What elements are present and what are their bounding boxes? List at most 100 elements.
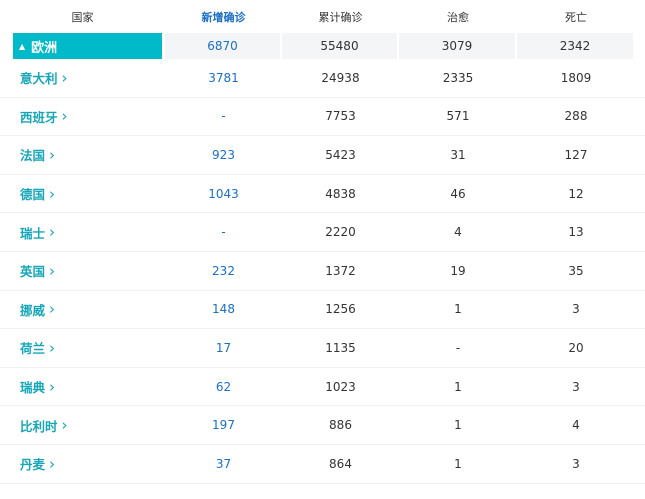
country-link[interactable]: 瑞士 › xyxy=(0,223,165,242)
country-link[interactable]: 西班牙 › xyxy=(0,107,165,126)
triangle-up-icon: ▲ xyxy=(19,41,26,51)
cell-cured: 571 xyxy=(446,109,470,124)
chevron-right-icon: › xyxy=(49,145,56,164)
cell-dead: 127 xyxy=(564,147,588,162)
header-dead[interactable]: 死亡 xyxy=(517,9,635,25)
cell-cured: 46 xyxy=(450,186,466,201)
table-row[interactable]: 西班牙 › - 7753 571 288 xyxy=(0,98,645,137)
cell-cured: 19 xyxy=(450,263,466,278)
cell-total: 4838 xyxy=(325,186,356,201)
cell-dead: 13 xyxy=(568,225,584,240)
cell-total: 1023 xyxy=(325,379,356,394)
table-row[interactable]: 意大利 › 3781 24938 2335 1809 xyxy=(0,59,645,98)
table-row[interactable]: 丹麦 › 37 864 1 3 xyxy=(0,445,645,484)
region-toggle[interactable]: ▲ 欧洲 xyxy=(13,33,162,59)
country-name: 瑞典 xyxy=(20,380,46,396)
country-link[interactable]: 瑞典 › xyxy=(0,377,165,396)
table-row[interactable]: 比利时 › 197 886 1 4 xyxy=(0,406,645,445)
country-list: 意大利 › 3781 24938 2335 1809 西班牙 › -7753 571 288 法国 › 9… xyxy=(0,59,645,484)
country-link[interactable]: 法国 › xyxy=(0,145,165,164)
header-total-confirmed[interactable]: 累计确诊 xyxy=(282,9,399,25)
region-dead: 2342 xyxy=(517,33,633,59)
cell-cured: 1 xyxy=(454,302,462,317)
chevron-right-icon: › xyxy=(49,338,56,357)
country-link[interactable]: 英国 › xyxy=(0,261,165,280)
cell-total: 24938 xyxy=(321,70,360,85)
cell-total: 5423 xyxy=(325,147,356,162)
cell-new: - xyxy=(221,109,226,124)
cell-total: 1372 xyxy=(325,263,356,278)
country-name: 比利时 xyxy=(20,418,58,434)
table-row[interactable]: 荷兰 › 17 1135 - 20 xyxy=(0,329,645,368)
epidemic-table: 国家 新增确诊 累计确诊 治愈 死亡 ▲ 欧洲 6870 55480 3079 … xyxy=(0,0,645,484)
cell-total: 864 xyxy=(329,456,352,471)
table-header: 国家 新增确诊 累计确诊 治愈 死亡 xyxy=(0,0,645,33)
table-row[interactable]: 德国 › 1043 4838 46 12 xyxy=(0,175,645,214)
cell-dead: 3 xyxy=(572,456,580,471)
cell-new: 1043 xyxy=(208,186,239,201)
table-row[interactable]: 瑞士 › - 2220 4 13 xyxy=(0,213,645,252)
chevron-right-icon: › xyxy=(49,377,56,396)
country-link[interactable]: 意大利 › xyxy=(0,68,165,87)
table-row[interactable]: 英国 › 232 1372 19 35 xyxy=(0,252,645,291)
country-link[interactable]: 挪威 › xyxy=(0,300,165,319)
cell-new: 232 xyxy=(212,263,235,278)
cell-cured: 4 xyxy=(454,225,462,240)
table-row[interactable]: 瑞典 › 62 1023 1 3 xyxy=(0,368,645,407)
cell-new: 37 xyxy=(215,456,232,471)
chevron-right-icon: › xyxy=(61,107,68,126)
cell-new: 197 xyxy=(212,418,235,433)
cell-new: 62 xyxy=(215,379,232,394)
cell-new: 148 xyxy=(212,302,235,317)
cell-total: 886 xyxy=(329,418,352,433)
cell-dead: 1809 xyxy=(560,70,592,85)
cell-new: - xyxy=(221,225,226,240)
header-country: 国家 xyxy=(71,10,94,24)
country-name: 英国 xyxy=(20,264,46,280)
cell-dead: 3 xyxy=(572,302,580,317)
region-cured: 3079 xyxy=(399,33,515,59)
chevron-right-icon: › xyxy=(61,68,68,87)
table-row[interactable]: 法国 › 923 5423 31 127 xyxy=(0,136,645,175)
cell-new: 17 xyxy=(215,340,232,355)
country-link[interactable]: 丹麦 › xyxy=(0,454,165,473)
header-cured[interactable]: 治愈 xyxy=(399,9,517,25)
region-row-europe[interactable]: ▲ 欧洲 6870 55480 3079 2342 xyxy=(0,33,645,59)
chevron-right-icon: › xyxy=(61,416,68,435)
cell-dead: 4 xyxy=(572,418,580,433)
cell-total: 1135 xyxy=(325,340,356,355)
cell-dead: 35 xyxy=(568,263,584,278)
country-name: 挪威 xyxy=(20,302,46,318)
cell-total: 1256 xyxy=(325,302,356,317)
cell-total: 2220 xyxy=(325,225,356,240)
table-row[interactable]: 挪威 › 148 1256 1 3 xyxy=(0,291,645,330)
cell-cured: 31 xyxy=(450,147,466,162)
country-name: 意大利 xyxy=(20,71,58,87)
chevron-right-icon: › xyxy=(49,300,56,319)
chevron-right-icon: › xyxy=(49,184,56,203)
country-link[interactable]: 荷兰 › xyxy=(0,338,165,357)
cell-new: 923 xyxy=(212,147,235,162)
chevron-right-icon: › xyxy=(49,261,56,280)
cell-cured: 1 xyxy=(454,418,462,433)
cell-dead: 3 xyxy=(572,379,580,394)
cell-dead: 288 xyxy=(564,109,588,124)
country-name: 丹麦 xyxy=(20,457,46,473)
chevron-right-icon: › xyxy=(49,454,56,473)
country-link[interactable]: 德国 › xyxy=(0,184,165,203)
country-name: 西班牙 xyxy=(20,109,58,125)
cell-cured: 2335 xyxy=(442,70,474,85)
region-total: 55480 xyxy=(282,33,397,59)
cell-cured: 1 xyxy=(454,379,462,394)
chevron-right-icon: › xyxy=(49,223,56,242)
country-name: 法国 xyxy=(20,148,46,164)
country-name: 德国 xyxy=(20,187,46,203)
header-new-confirmed[interactable]: 新增确诊 xyxy=(165,9,282,25)
region-new: 6870 xyxy=(165,33,280,59)
country-link[interactable]: 比利时 › xyxy=(0,416,165,435)
cell-cured: - xyxy=(455,340,461,355)
cell-total: 7753 xyxy=(325,109,356,124)
cell-dead: 12 xyxy=(568,186,584,201)
country-name: 瑞士 xyxy=(20,225,46,241)
cell-cured: 1 xyxy=(454,456,462,471)
